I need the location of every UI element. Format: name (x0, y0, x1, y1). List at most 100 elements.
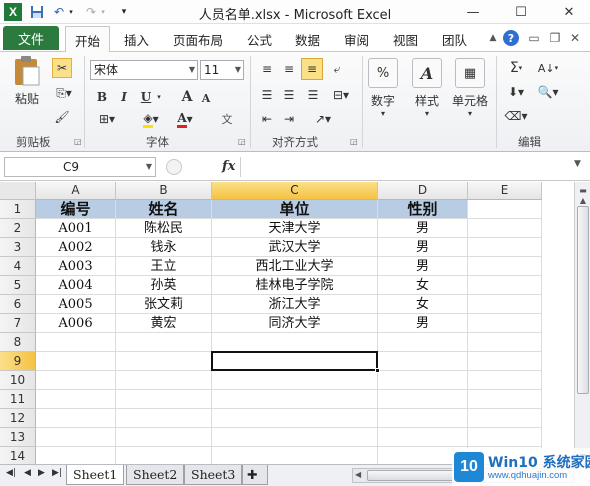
column-header-d[interactable]: D (378, 182, 468, 200)
workbook-close-icon[interactable]: ✕ (566, 29, 584, 47)
cell-b10[interactable] (116, 371, 212, 390)
cell-b13[interactable] (116, 428, 212, 447)
row-header-9[interactable]: 9 (0, 352, 36, 371)
cell-c12[interactable] (212, 409, 378, 428)
row-header-4[interactable]: 4 (0, 257, 36, 276)
cell-d6[interactable]: 女 (378, 295, 468, 314)
cell-a14[interactable] (36, 447, 116, 464)
select-all-corner[interactable] (0, 182, 36, 200)
cell-a9[interactable] (36, 352, 116, 371)
minimize-button[interactable]: — (458, 0, 488, 24)
cell-d2[interactable]: 男 (378, 219, 468, 238)
cell-a5[interactable]: A004 (36, 276, 116, 295)
cell-d4[interactable]: 男 (378, 257, 468, 276)
row-header-8[interactable]: 8 (0, 333, 36, 352)
cell-e2[interactable] (468, 219, 542, 238)
align-top-icon[interactable]: ≡ (258, 60, 276, 78)
cells-button[interactable]: ▦ 单元格 ▾ (452, 58, 488, 118)
alignment-launcher-icon[interactable]: ◲ (350, 137, 358, 146)
fill-handle[interactable] (375, 368, 380, 373)
increase-indent-icon[interactable]: ⇥ (280, 110, 298, 128)
copy-icon[interactable]: ⎘▾ (52, 84, 76, 102)
cell-d10[interactable] (378, 371, 468, 390)
cell-a7[interactable]: A006 (36, 314, 116, 333)
borders-icon[interactable]: ⊞▾ (94, 110, 120, 128)
cell-e7[interactable] (468, 314, 542, 333)
column-header-a[interactable]: A (36, 182, 116, 200)
cell-c5[interactable]: 桂林电子学院 (212, 276, 378, 295)
cell-a11[interactable] (36, 390, 116, 409)
align-left-icon[interactable]: ☰ (258, 86, 276, 104)
tab-home[interactable]: 开始 (65, 26, 111, 53)
cell-c10[interactable] (212, 371, 378, 390)
font-name-combo[interactable]: 宋体 ▼ (90, 60, 198, 80)
cell-e4[interactable] (468, 257, 542, 276)
decrease-indent-icon[interactable]: ⇤ (258, 110, 276, 128)
align-right-icon[interactable]: ☰ (304, 86, 322, 104)
fill-icon[interactable]: ⬇▾ (502, 82, 530, 102)
cell-c14[interactable] (212, 447, 378, 464)
align-middle-icon[interactable]: ≡ (280, 60, 298, 78)
sheet-tab-sheet3[interactable]: Sheet3 (184, 465, 243, 485)
paste-button[interactable]: 粘贴 (12, 56, 42, 107)
column-header-b[interactable]: B (116, 182, 212, 200)
cell-b9[interactable] (116, 352, 212, 371)
cell-a6[interactable]: A005 (36, 295, 116, 314)
tab-review[interactable]: 审阅 (344, 30, 369, 49)
cell-e1[interactable] (468, 200, 542, 219)
tab-view[interactable]: 视图 (393, 30, 418, 49)
cell-a12[interactable] (36, 409, 116, 428)
cell-c2[interactable]: 天津大学 (212, 219, 378, 238)
orientation-icon[interactable]: ↗▾ (310, 110, 336, 128)
underline-dropdown-icon[interactable]: ▾ (154, 88, 164, 106)
cell-c4[interactable]: 西北工业大学 (212, 257, 378, 276)
workbook-minimize-icon[interactable]: ▭ (525, 29, 543, 47)
align-bottom-icon[interactable]: ≡ (301, 58, 323, 80)
row-header-1[interactable]: 1 (0, 200, 36, 219)
cell-d3[interactable]: 男 (378, 238, 468, 257)
cell-d8[interactable] (378, 333, 468, 352)
collapse-ribbon-icon[interactable]: ▲ (484, 29, 502, 47)
cell-b11[interactable] (116, 390, 212, 409)
cell-d9[interactable] (378, 352, 468, 371)
shrink-font-button[interactable]: A (198, 90, 214, 106)
vertical-scrollbar[interactable]: ▬ ▲ ▼ (574, 182, 590, 464)
help-icon[interactable]: ? (503, 30, 519, 46)
insert-function-icon[interactable]: fx (222, 159, 235, 174)
cell-c1[interactable]: 单位 (212, 200, 378, 219)
prev-sheet-icon[interactable]: ◀ (24, 468, 31, 478)
cell-a13[interactable] (36, 428, 116, 447)
cell-e10[interactable] (468, 371, 542, 390)
cell-a1[interactable]: 编号 (36, 200, 116, 219)
cell-a3[interactable]: A002 (36, 238, 116, 257)
sheet-tab-sheet1[interactable]: Sheet1 (66, 465, 125, 485)
workbook-restore-icon[interactable]: ❐ (546, 29, 564, 47)
number-button[interactable]: % 数字 ▾ (368, 58, 398, 118)
merge-center-icon[interactable]: ⊟▾ (328, 86, 354, 104)
cell-d13[interactable] (378, 428, 468, 447)
fill-color-icon[interactable]: ◈ ▾ (136, 110, 166, 128)
first-sheet-icon[interactable]: ◀| (6, 468, 16, 478)
name-box[interactable]: C9 ▼ (4, 157, 156, 177)
sheet-tab-sheet2[interactable]: Sheet2 (126, 465, 185, 485)
clipboard-launcher-icon[interactable]: ◲ (74, 137, 82, 146)
row-header-11[interactable]: 11 (0, 390, 36, 409)
row-header-12[interactable]: 12 (0, 409, 36, 428)
cell-a4[interactable]: A003 (36, 257, 116, 276)
cell-d1[interactable]: 性别 (378, 200, 468, 219)
vertical-scroll-thumb[interactable] (577, 206, 589, 394)
cell-e6[interactable] (468, 295, 542, 314)
cell-b1[interactable]: 姓名 (116, 200, 212, 219)
tab-team[interactable]: 团队 (442, 30, 467, 49)
cell-c7[interactable]: 同济大学 (212, 314, 378, 333)
cell-d11[interactable] (378, 390, 468, 409)
tab-file[interactable]: 文件 (3, 26, 59, 50)
cell-c11[interactable] (212, 390, 378, 409)
next-sheet-icon[interactable]: ▶ (38, 468, 45, 478)
cut-icon[interactable]: ✂ (52, 58, 72, 78)
grow-font-button[interactable]: A (178, 88, 196, 106)
cell-c13[interactable] (212, 428, 378, 447)
align-center-icon[interactable]: ☰ (280, 86, 298, 104)
cell-b3[interactable]: 钱永 (116, 238, 212, 257)
italic-button[interactable]: I (116, 88, 132, 106)
